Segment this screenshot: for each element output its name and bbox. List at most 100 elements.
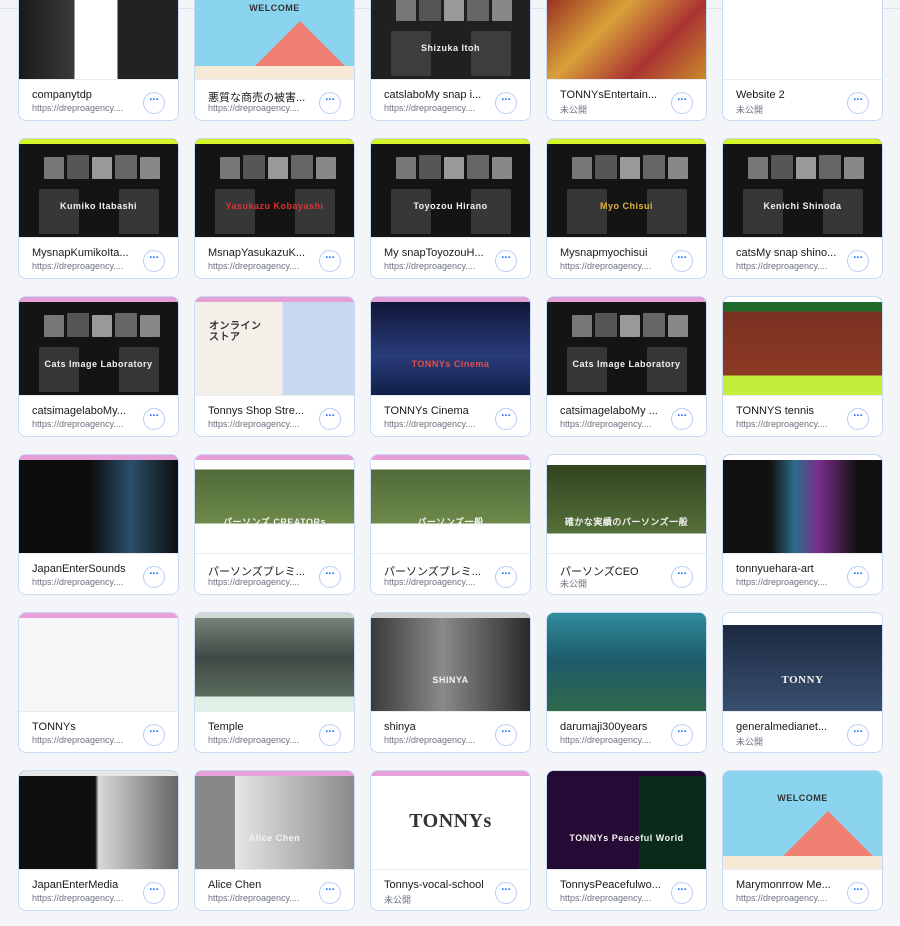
site-name[interactable]: tonnyuehara-art <box>736 563 848 575</box>
site-name[interactable]: catsimagelaboMy ... <box>560 405 672 417</box>
more-actions-button[interactable]: ··· <box>847 408 869 430</box>
site-thumbnail[interactable]: TONNYs <box>371 771 530 870</box>
site-thumbnail[interactable] <box>547 0 706 80</box>
site-card[interactable]: JapanEnterSounds https://dreproagency....… <box>18 454 179 595</box>
site-thumbnail[interactable]: Cats Image Laboratory <box>19 297 178 396</box>
site-card[interactable]: TONNYS tennis https://dreproagency.... ··· <box>722 296 883 437</box>
site-thumbnail[interactable]: パーソンズ CREATORs <box>195 455 354 554</box>
site-thumbnail[interactable]: オンライン ストア <box>195 297 354 396</box>
site-thumbnail[interactable] <box>547 613 706 712</box>
site-thumbnail[interactable]: TONNYs Peaceful World <box>547 771 706 870</box>
site-name[interactable]: catslaboMy snap i... <box>384 89 496 101</box>
site-name[interactable]: generalmedianet... <box>736 721 848 733</box>
site-thumbnail[interactable]: Toyozou Hirano <box>371 139 530 238</box>
site-card[interactable]: TONNYsEntertain... 未公開 ··· <box>546 0 707 121</box>
more-actions-button[interactable]: ··· <box>495 724 517 746</box>
more-actions-button[interactable]: ··· <box>671 92 693 114</box>
site-name[interactable]: Tonnys Shop Stre... <box>208 405 320 417</box>
site-card[interactable]: darumaji300years https://dreproagency....… <box>546 612 707 753</box>
site-thumbnail[interactable]: Kumiko Itabashi <box>19 139 178 238</box>
more-actions-button[interactable]: ··· <box>319 724 341 746</box>
site-name[interactable]: MsnapYasukazuK... <box>208 247 320 259</box>
more-actions-button[interactable]: ··· <box>671 408 693 430</box>
site-name[interactable]: darumaji300years <box>560 721 672 733</box>
site-thumbnail[interactable] <box>19 613 178 712</box>
site-name[interactable]: TONNYs <box>32 721 144 733</box>
site-card[interactable]: Myo Chisui Mysnapmyochisui https://dreproa… <box>546 138 707 279</box>
site-thumbnail[interactable] <box>723 297 882 396</box>
site-card[interactable]: オンライン ストア Tonnys Shop Stre... https://drep… <box>194 296 355 437</box>
site-card[interactable]: パーソンズ CREATORs パーソンズプレミ... https://dreproa… <box>194 454 355 595</box>
more-actions-button[interactable]: ··· <box>671 724 693 746</box>
site-thumbnail[interactable] <box>723 0 882 80</box>
site-thumbnail[interactable]: 確かな実績のパーソンズ一般 <box>547 455 706 554</box>
site-name[interactable]: catsimagelaboMy... <box>32 405 144 417</box>
site-thumbnail[interactable]: Alice Chen <box>195 771 354 870</box>
site-card[interactable]: Kumiko Itabashi MysnapKumikoIta... https:/… <box>18 138 179 279</box>
site-thumbnail[interactable]: TONNY <box>723 613 882 712</box>
more-actions-button[interactable]: ··· <box>495 882 517 904</box>
more-actions-button[interactable]: ··· <box>143 92 165 114</box>
site-thumbnail[interactable] <box>19 455 178 554</box>
more-actions-button[interactable]: ··· <box>143 724 165 746</box>
more-actions-button[interactable]: ··· <box>671 250 693 272</box>
site-thumbnail[interactable] <box>723 455 882 554</box>
site-name[interactable]: Tonnys-vocal-school <box>384 879 496 891</box>
more-actions-button[interactable]: ··· <box>671 566 693 588</box>
site-card[interactable]: SHINYA shinya https://dreproagency.... ··· <box>370 612 531 753</box>
more-actions-button[interactable]: ··· <box>143 882 165 904</box>
more-actions-button[interactable]: ··· <box>495 250 517 272</box>
more-actions-button[interactable]: ··· <box>671 882 693 904</box>
site-name[interactable]: TONNYS tennis <box>736 405 848 417</box>
site-card[interactable]: Cats Image Laboratory catsimagelaboMy ...… <box>546 296 707 437</box>
site-name[interactable]: companytdp <box>32 89 144 101</box>
site-name[interactable]: TONNYs Cinema <box>384 405 496 417</box>
more-actions-button[interactable]: ··· <box>847 250 869 272</box>
more-actions-button[interactable]: ··· <box>143 566 165 588</box>
site-card[interactable]: companytdp https://dreproagency.... ··· <box>18 0 179 121</box>
site-name[interactable]: My snapToyozouH... <box>384 247 496 259</box>
site-thumbnail[interactable] <box>19 0 178 80</box>
site-name[interactable]: Alice Chen <box>208 879 320 891</box>
site-card[interactable]: Temple https://dreproagency.... ··· <box>194 612 355 753</box>
site-card[interactable]: Website 2 未公開 ··· <box>722 0 883 121</box>
site-name[interactable]: TONNYsEntertain... <box>560 89 672 101</box>
site-card[interactable]: Yasukazu Kobayashi MsnapYasukazuK... https… <box>194 138 355 279</box>
more-actions-button[interactable]: ··· <box>495 408 517 430</box>
site-card[interactable]: JapanEnterMedia https://dreproagency.... ·… <box>18 770 179 911</box>
site-name[interactable]: JapanEnterMedia <box>32 879 144 891</box>
more-actions-button[interactable]: ··· <box>847 566 869 588</box>
site-name[interactable]: Mysnapmyochisui <box>560 247 672 259</box>
site-card[interactable]: 確かな実績のパーソンズ一般 パーソンズCEO 未公開 ··· <box>546 454 707 595</box>
site-thumbnail[interactable]: Yasukazu Kobayashi <box>195 139 354 238</box>
site-name[interactable]: Marymonrrow Me... <box>736 879 848 891</box>
site-name[interactable]: Website 2 <box>736 89 848 101</box>
more-actions-button[interactable]: ··· <box>319 250 341 272</box>
site-card[interactable]: Alice Chen Alice Chen https://dreproagency… <box>194 770 355 911</box>
more-actions-button[interactable]: ··· <box>319 566 341 588</box>
site-card[interactable]: TONNYs Peaceful World TonnysPeacefulwo...… <box>546 770 707 911</box>
site-thumbnail[interactable]: Cats Image Laboratory <box>547 297 706 396</box>
more-actions-button[interactable]: ··· <box>319 882 341 904</box>
site-name[interactable]: TonnysPeacefulwo... <box>560 879 672 891</box>
site-name[interactable]: catsMy snap shino... <box>736 247 848 259</box>
more-actions-button[interactable]: ··· <box>847 724 869 746</box>
site-thumbnail[interactable]: Myo Chisui <box>547 139 706 238</box>
site-name[interactable]: Temple <box>208 721 320 733</box>
more-actions-button[interactable]: ··· <box>495 566 517 588</box>
site-card[interactable]: Shizuka Itoh catslaboMy snap i... https://… <box>370 0 531 121</box>
site-card[interactable]: TONNY generalmedianet... 未公開 ··· <box>722 612 883 753</box>
site-thumbnail[interactable]: SHINYA <box>371 613 530 712</box>
more-actions-button[interactable]: ··· <box>847 92 869 114</box>
site-card[interactable]: tonnyuehara-art https://dreproagency.... ·… <box>722 454 883 595</box>
more-actions-button[interactable]: ··· <box>847 882 869 904</box>
site-card[interactable]: パーソンズ一般 パーソンズプレミ... https://dreproagency..… <box>370 454 531 595</box>
site-thumbnail[interactable] <box>19 771 178 870</box>
site-card[interactable]: TONNYs Tonnys-vocal-school 未公開 ··· <box>370 770 531 911</box>
site-card[interactable]: TONNYs Cinema TONNYs Cinema https://drepro… <box>370 296 531 437</box>
site-card[interactable]: TONNYs https://dreproagency.... ··· <box>18 612 179 753</box>
more-actions-button[interactable]: ··· <box>319 92 341 114</box>
site-name[interactable]: JapanEnterSounds <box>32 563 144 575</box>
more-actions-button[interactable]: ··· <box>319 408 341 430</box>
site-card[interactable]: Cats Image Laboratory catsimagelaboMy... h… <box>18 296 179 437</box>
